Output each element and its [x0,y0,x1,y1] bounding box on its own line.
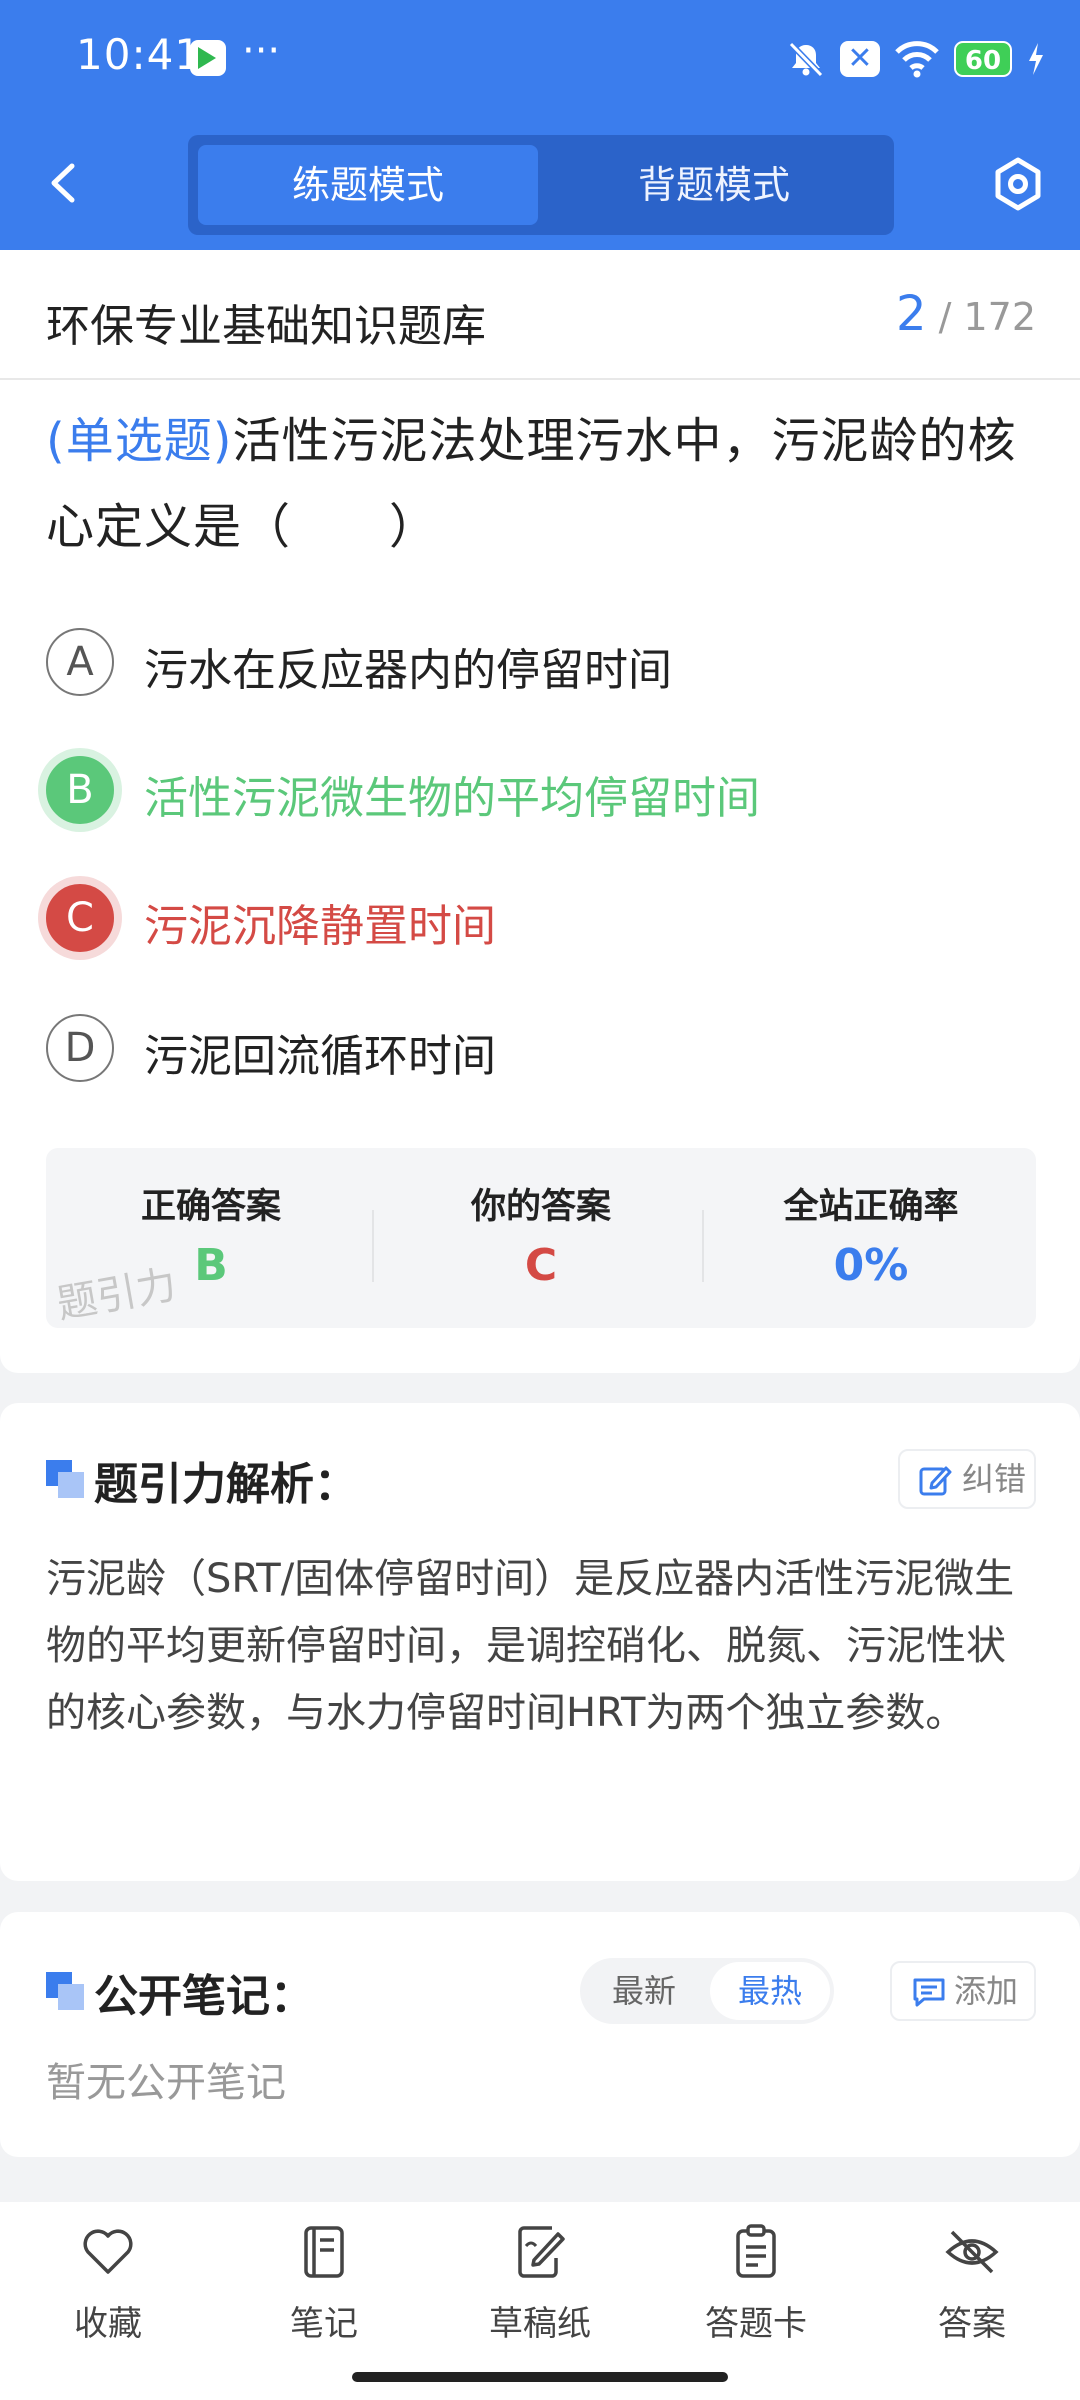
option-text: 污水在反应器内的停留时间 [144,645,672,696]
more-notifications-indicator: ··· [242,28,281,74]
eye-off-icon [945,2230,999,2274]
nav-label: 笔记 [290,2304,358,2344]
separator [372,1210,374,1282]
option-c[interactable]: C 污泥沉降静置时间 [46,880,1036,960]
home-indicator[interactable] [352,2372,728,2382]
total-questions: / 172 [938,295,1036,339]
option-letter: C [46,884,114,952]
nav-answer-card[interactable]: 答题卡 [648,2222,864,2344]
app-notification-icon [190,40,226,76]
report-error-label: 纠错 [962,1460,1027,1498]
option-letter: B [46,756,114,824]
add-note-label: 添加 [954,1972,1019,2010]
option-a[interactable]: A 污水在反应器内的停留时间 [46,624,1036,704]
analysis-text: 污泥龄（SRT/固体停留时间）是反应器内活性污泥微生物的平均更新停留时间，是调控… [46,1556,1015,1736]
notes-sort-toggle: 最新 最热 [580,1958,834,2024]
section-icon [46,1972,84,2010]
option-text: 活性污泥微生物的平均停留时间 [144,773,760,824]
nav-label: 收藏 [74,2304,142,2344]
option-d[interactable]: D 污泥回流循环时间 [46,1010,1036,1090]
your-answer-value: C [524,1240,558,1291]
draft-icon [518,2226,565,2278]
separator [702,1210,704,1282]
answer-summary: 正确答案 B 你的答案 C 全站正确率 0% [46,1148,1036,1328]
close-box-icon: ✕ [840,41,880,77]
nav-notes[interactable]: 笔记 [216,2222,432,2344]
notebook-icon [304,2226,344,2278]
status-time: 10:41 [76,30,203,79]
report-error-button[interactable]: 纠错 [898,1449,1036,1509]
sort-latest[interactable]: 最新 [584,1962,704,2020]
nav-favorite[interactable]: 收藏 [0,2222,216,2344]
bell-muted-icon [788,41,824,78]
option-letter: D [46,1014,114,1082]
nav-label: 答题卡 [705,2304,807,2344]
wifi-icon [895,41,939,78]
mode-switch: 练题模式 背题模式 [188,135,894,235]
tab-memorize-mode[interactable]: 背题模式 [544,145,884,225]
divider [0,378,1080,380]
question-text: (单选题)活性污泥法处理污水中，污泥龄的核心定义是（ ） [46,398,1036,570]
public-notes-title: 公开笔记： [94,1971,314,2022]
back-arrow-icon[interactable] [40,158,90,208]
site-accuracy-label: 全站正确率 [783,1187,959,1227]
your-answer-label: 你的答案 [470,1187,611,1227]
current-question-number: 2 [895,286,927,342]
option-text: 污泥沉降静置时间 [144,901,496,952]
your-answer-block: 你的答案 C [376,1148,706,1328]
nav-answer[interactable]: 答案 [864,2222,1080,2344]
notes-empty-text: 暂无公开笔记 [46,2060,286,2106]
status-bar: 10:41 ··· ✕ 60 [0,0,1080,120]
add-note-button[interactable]: 添加 [890,1961,1036,2021]
site-accuracy-value: 0% [833,1240,909,1291]
section-icon [46,1460,84,1498]
option-b[interactable]: B 活性污泥微生物的平均停留时间 [46,752,1036,832]
accuracy-block: 全站正确率 0% [706,1148,1036,1328]
battery-level: 60 [954,41,1012,77]
analysis-title: 题引力解析： [94,1459,358,1510]
heart-icon [83,2229,133,2274]
option-text: 污泥回流循环时间 [144,1031,496,1082]
option-letter: A [46,628,114,696]
nav-draft[interactable]: 草稿纸 [432,2222,648,2344]
nav-label: 答案 [938,2304,1006,2344]
tab-practice-mode[interactable]: 练题模式 [198,145,538,225]
notes-card [0,1912,1080,2157]
charging-icon [1029,43,1043,75]
sort-hot[interactable]: 最热 [710,1962,830,2020]
settings-icon[interactable] [990,156,1046,212]
correct-answer-label: 正确答案 [140,1187,281,1227]
question-bank-title: 环保专业基础知识题库 [46,301,486,352]
comment-icon [913,1978,945,2007]
edit-icon [919,1466,952,1496]
answer-card-icon [736,2224,776,2278]
nav-label: 草稿纸 [489,2304,591,2344]
question-progress: 2 / 172 [896,286,1036,342]
question-type: (单选题) [46,413,233,469]
